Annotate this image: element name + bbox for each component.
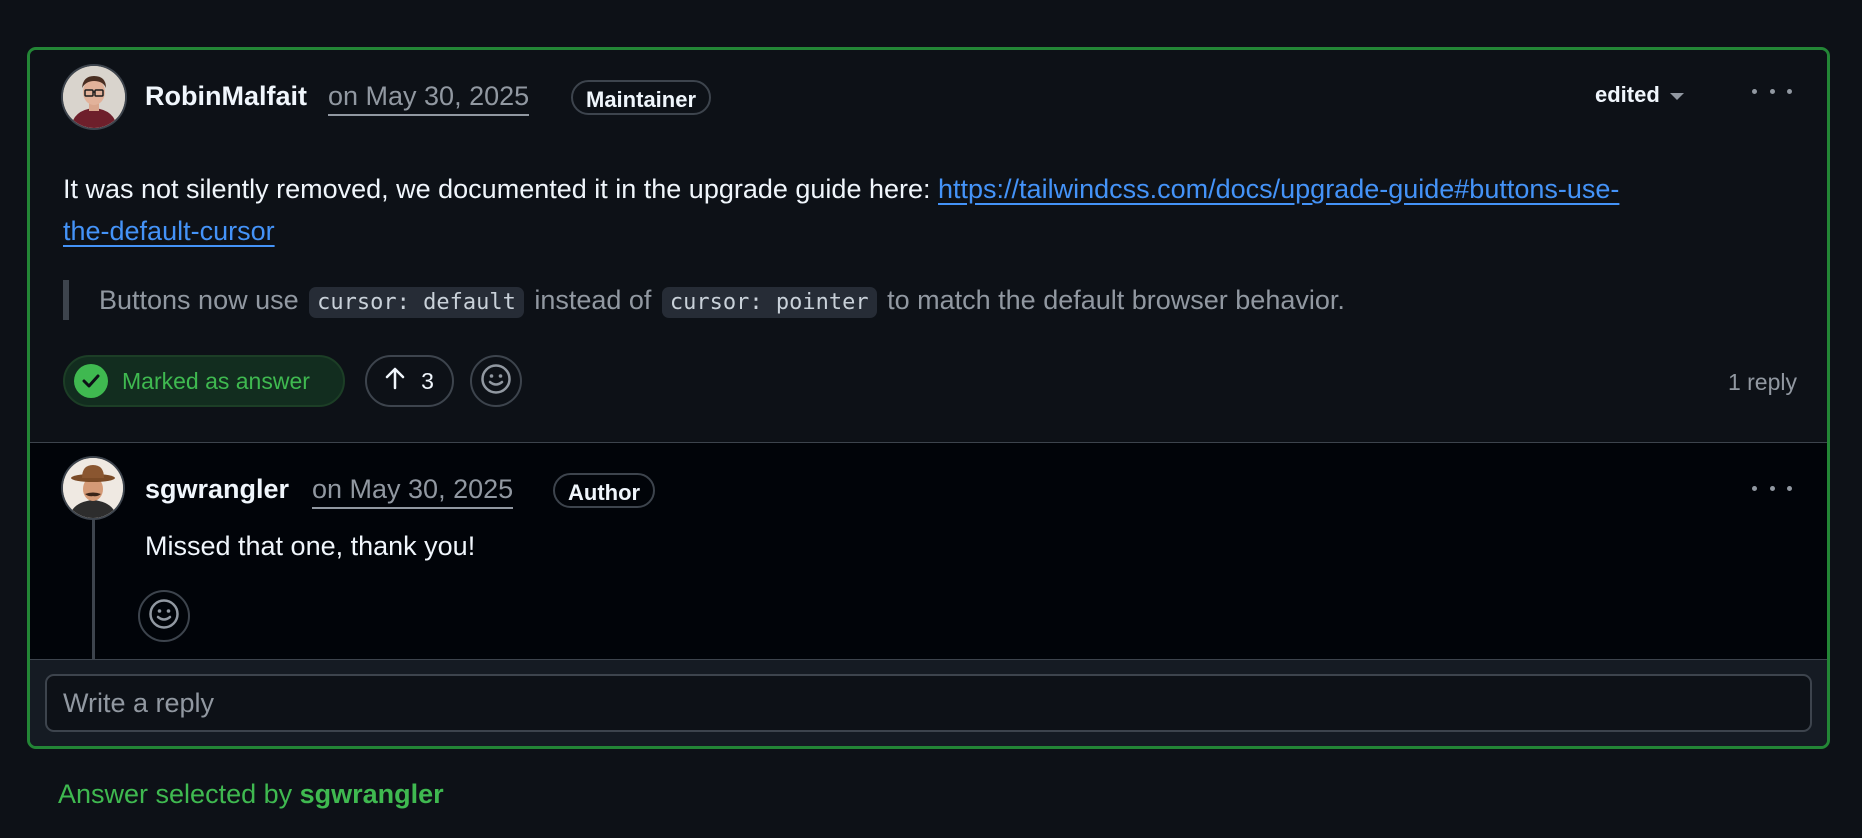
reply-date[interactable]: on May 30, 2025: [312, 472, 514, 509]
thread-line: [92, 507, 95, 659]
kebab-dot: [1769, 485, 1775, 491]
blockquote: Buttons now use cursor: default instead …: [63, 280, 1803, 320]
reply-thread: sgwrangler on May 30, 2025 Author Missed…: [30, 443, 1827, 659]
reply-author[interactable]: sgwrangler: [145, 472, 289, 506]
kebab-dot: [1787, 485, 1792, 491]
check-circle-icon: [74, 364, 108, 398]
kebab-dot: [1769, 88, 1775, 94]
avatar-robinmalfait[interactable]: [63, 66, 125, 128]
comment-date[interactable]: on May 30, 2025: [328, 79, 530, 116]
answer-selected-note: Answer selected by sgwrangler: [58, 777, 444, 811]
quote-text: instead of: [526, 285, 659, 315]
marked-as-answer-label: Marked as answer: [122, 367, 310, 394]
answer-selected-user[interactable]: sgwrangler: [300, 779, 444, 809]
avatar-sgwrangler[interactable]: [63, 458, 123, 518]
comment-options-button[interactable]: [1752, 81, 1792, 101]
discussion-answer-card: RobinMalfait on May 30, 2025 Maintainer …: [27, 47, 1830, 749]
reply-options-button[interactable]: [1752, 478, 1792, 498]
avatar-sgwrangler-image: [63, 458, 123, 518]
quote-text: Buttons now use: [99, 285, 307, 315]
quote-text: to match the default browser behavior.: [879, 285, 1345, 315]
smiley-icon: [148, 598, 180, 635]
avatar-robinmalfait-image: [63, 66, 125, 128]
answer-selected-prefix: Answer selected by: [58, 779, 300, 809]
edited-history-dropdown[interactable]: edited: [1595, 80, 1684, 110]
author-badge: Author: [553, 473, 656, 508]
kebab-dot: [1787, 88, 1792, 94]
add-reaction-button[interactable]: [470, 355, 522, 407]
arrow-up-icon: [385, 366, 405, 396]
marked-as-answer-badge: Marked as answer: [63, 355, 345, 407]
smiley-icon: [480, 363, 512, 400]
kebab-dot: [1752, 485, 1757, 491]
chevron-down-icon: [1669, 92, 1684, 100]
reply-count[interactable]: 1 reply: [1728, 368, 1797, 396]
add-reaction-button[interactable]: [138, 590, 190, 642]
upgrade-guide-link-part1: https://tailwindcss.com/docs/upgrade-gui…: [938, 174, 1620, 204]
upvote-button[interactable]: 3: [365, 355, 454, 407]
comment-body-text: It was not silently removed, we document…: [63, 174, 939, 204]
reply-input[interactable]: [45, 674, 1812, 732]
inline-code: cursor: default: [309, 287, 524, 318]
maintainer-badge: Maintainer: [571, 80, 712, 115]
upgrade-guide-link-part2: the-default-cursor: [63, 216, 275, 246]
comment-author[interactable]: RobinMalfait: [145, 79, 307, 113]
inline-code: cursor: pointer: [661, 287, 877, 318]
edited-label: edited: [1595, 82, 1660, 107]
reply-box: [30, 660, 1827, 746]
upvote-count: 3: [421, 367, 434, 394]
comment-body: It was not silently removed, we document…: [63, 168, 1803, 252]
reply-body: Missed that one, thank you!: [145, 531, 476, 561]
answer-comment: RobinMalfait on May 30, 2025 Maintainer …: [30, 50, 1827, 442]
kebab-dot: [1752, 88, 1757, 94]
